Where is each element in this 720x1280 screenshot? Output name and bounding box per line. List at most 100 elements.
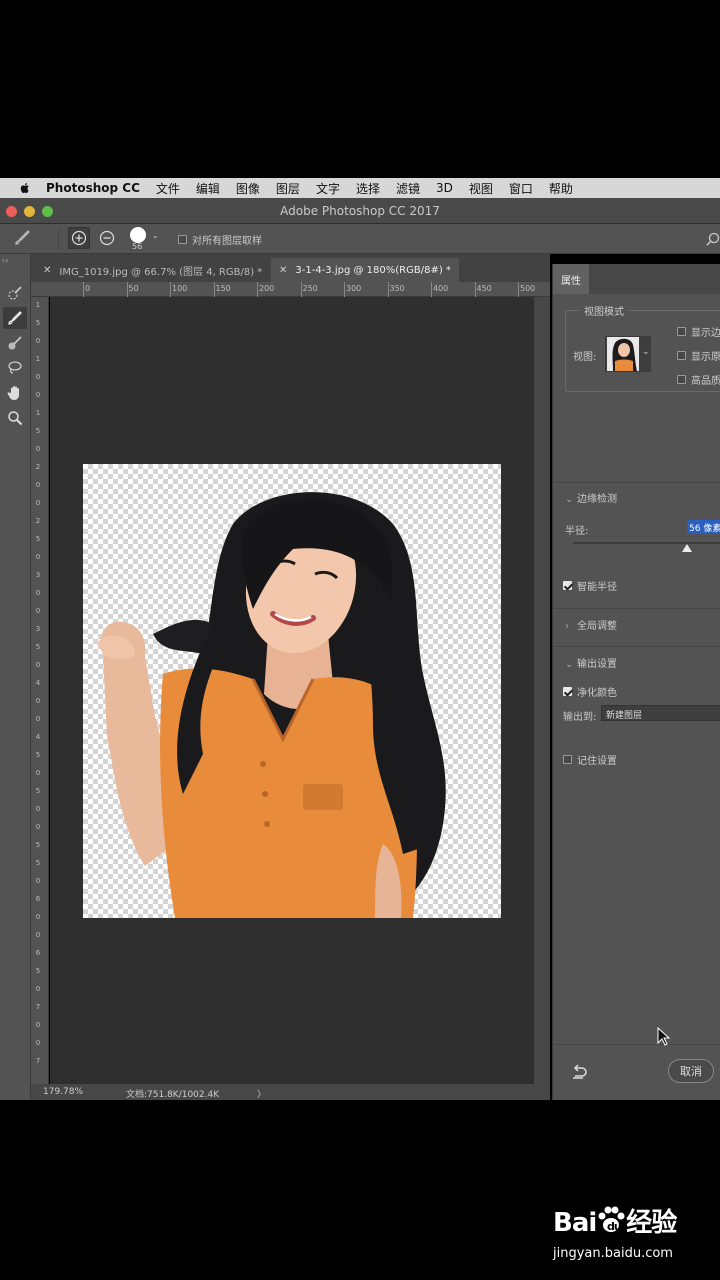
ruler-tick	[387, 282, 389, 297]
ruler-tick-label: 1	[35, 409, 41, 417]
ruler-tick-label: 500	[520, 284, 536, 293]
ruler-tick-label: 0	[85, 284, 91, 293]
ruler-tick-label: 5	[35, 319, 41, 327]
refine-edge-brush-tool-icon[interactable]	[3, 307, 27, 329]
vertical-scrollbar[interactable]	[534, 297, 550, 1084]
ruler-tick	[518, 282, 519, 297]
paw-icon: du	[598, 1206, 625, 1233]
menu-edit[interactable]: 编辑	[188, 180, 228, 197]
tab-properties[interactable]: 属性	[553, 264, 589, 294]
menu-view[interactable]: 视图	[461, 180, 501, 197]
ruler-tick-label: 4	[35, 679, 41, 687]
apple-icon[interactable]	[18, 181, 32, 195]
panel-collapse-icon[interactable]: ››	[2, 256, 8, 265]
radius-label: 半径:	[565, 526, 589, 537]
output-settings-header[interactable]: ⌄ 输出设置	[565, 655, 617, 670]
zoom-tool-icon[interactable]	[3, 407, 27, 429]
ruler-tick-label: 0	[35, 589, 41, 597]
menu-window[interactable]: 窗口	[501, 180, 541, 197]
decontaminate-colors-box[interactable]	[563, 687, 572, 696]
menu-image[interactable]: 图像	[228, 180, 268, 197]
global-refine-header[interactable]: › 全局调整	[565, 617, 617, 632]
sample-all-layers-label: 对所有图层取样	[192, 236, 262, 247]
brush-tool-icon[interactable]	[3, 332, 27, 354]
ruler-tick-label: 0	[35, 373, 41, 381]
search-icon[interactable]	[706, 231, 720, 250]
ruler-tick-label: 5	[35, 859, 41, 867]
view-mode-legend: 视图模式	[580, 303, 628, 318]
decontaminate-colors-label: 净化颜色	[577, 688, 617, 699]
smart-radius-box[interactable]	[563, 581, 572, 590]
ruler-tick-label: 0	[35, 661, 41, 669]
ruler-tick-label: 0	[35, 769, 41, 777]
ruler-tick-label: 450	[476, 284, 492, 293]
vertical-ruler: 1 5 0 1 0 0 1 5 0 2 0 0 2 5 0 3 0 0 3 5 0 4 0 0 4 5 0 5 0 0 5 5 0 6 0 0 6 5 0 7…	[31, 297, 49, 1084]
view-thumbnail-icon	[607, 337, 639, 371]
close-tab-icon[interactable]: ✕	[43, 265, 51, 276]
smart-radius-checkbox[interactable]: 智能半径	[563, 578, 617, 593]
add-to-selection-icon[interactable]	[68, 227, 90, 249]
document-size: 文档:751.8K/1002.4K	[126, 1090, 220, 1100]
brush-size-picker[interactable]: 56 ⌄	[128, 226, 164, 254]
show-original-checkbox[interactable]: 显示原稿	[677, 348, 720, 363]
menu-filter[interactable]: 滤镜	[388, 180, 428, 197]
document-image[interactable]	[83, 464, 501, 918]
menu-layer[interactable]: 图层	[268, 180, 308, 197]
radius-slider[interactable]	[573, 542, 720, 544]
menu-help[interactable]: 帮助	[541, 180, 581, 197]
ruler-tick-label: 0	[35, 445, 41, 453]
ruler-tick-label: 0	[35, 877, 41, 885]
view-mode-dropdown[interactable]: ⌄	[605, 336, 651, 372]
chevron-down-icon: ⌄	[565, 659, 574, 670]
tab-img-1019[interactable]: ✕ IMG_1019.jpg @ 66.7% (图层 4, RGB/8) *	[35, 258, 270, 282]
decontaminate-colors-checkbox[interactable]: 净化颜色	[563, 684, 617, 699]
high-quality-preview-checkbox[interactable]: 高品质预览	[677, 372, 720, 387]
show-edge-checkbox[interactable]: 显示边缘	[677, 324, 720, 339]
chevron-down-icon: ⌄	[642, 347, 650, 357]
output-to-label: 输出到:	[563, 712, 597, 723]
menu-app[interactable]: Photoshop CC	[44, 181, 148, 195]
window-titlebar: Adobe Photoshop CC 2017	[0, 198, 720, 224]
menu-type[interactable]: 文字	[308, 180, 348, 197]
close-tab-icon[interactable]: ✕	[279, 265, 287, 276]
ruler-tick-label: 350	[389, 284, 405, 293]
ruler-tick-label: 0	[35, 715, 41, 723]
brush-size-value: 56	[132, 242, 143, 251]
ruler-tick	[300, 282, 302, 297]
remember-settings-checkbox[interactable]: 记住设置	[563, 752, 617, 767]
sample-all-layers-box[interactable]	[178, 235, 187, 244]
ruler-tick-label: 0	[35, 931, 41, 939]
refine-brush-preset-icon[interactable]	[12, 227, 34, 249]
high-quality-preview-box[interactable]	[677, 375, 686, 384]
view-label: 视图:	[573, 352, 597, 363]
subtract-from-selection-icon[interactable]	[96, 227, 118, 249]
ruler-tick-label: 5	[35, 643, 41, 651]
output-settings-title: 输出设置	[577, 659, 617, 670]
zoom-level[interactable]: 179.78%	[43, 1087, 83, 1097]
cancel-button[interactable]: 取消	[668, 1059, 714, 1083]
ruler-tick-label: 3	[35, 571, 41, 579]
lasso-tool-icon[interactable]	[3, 357, 27, 379]
menu-3d[interactable]: 3D	[428, 181, 461, 195]
radius-input[interactable]: 56 像素	[687, 520, 720, 534]
show-edge-box[interactable]	[677, 327, 686, 336]
edge-detection-header[interactable]: ⌄ 边缘检测	[565, 490, 617, 505]
edge-detection-title: 边缘检测	[577, 494, 617, 505]
properties-panel: 属性 视图模式 视图: ⌄ 显示边缘 显示原稿 高品质预览 ⌄边缘检测 半径: …	[552, 264, 720, 1100]
menu-file[interactable]: 文件	[148, 180, 188, 197]
quick-selection-tool-icon[interactable]	[3, 282, 27, 304]
remember-settings-box[interactable]	[563, 755, 572, 764]
radius-slider-handle[interactable]	[682, 544, 692, 552]
tab-3-1-4-3[interactable]: ✕ 3-1-4-3.jpg @ 180%(RGB/8#) *	[271, 258, 459, 282]
status-menu-arrow[interactable]: 〉	[257, 1087, 266, 1100]
menu-select[interactable]: 选择	[348, 180, 388, 197]
document-tabbar: ✕ IMG_1019.jpg @ 66.7% (图层 4, RGB/8) * ✕…	[31, 254, 550, 282]
sample-all-layers-checkbox[interactable]: 对所有图层取样	[178, 232, 262, 247]
status-bar: 179.78% 文档:751.8K/1002.4K 〉	[31, 1084, 550, 1100]
reset-icon[interactable]	[571, 1064, 589, 1080]
show-original-box[interactable]	[677, 351, 686, 360]
hand-tool-icon[interactable]	[3, 382, 27, 404]
ruler-tick-label: 5	[35, 535, 41, 543]
output-to-select[interactable]: 新建图层	[601, 705, 720, 721]
ruler-tick-label: 5	[35, 787, 41, 795]
